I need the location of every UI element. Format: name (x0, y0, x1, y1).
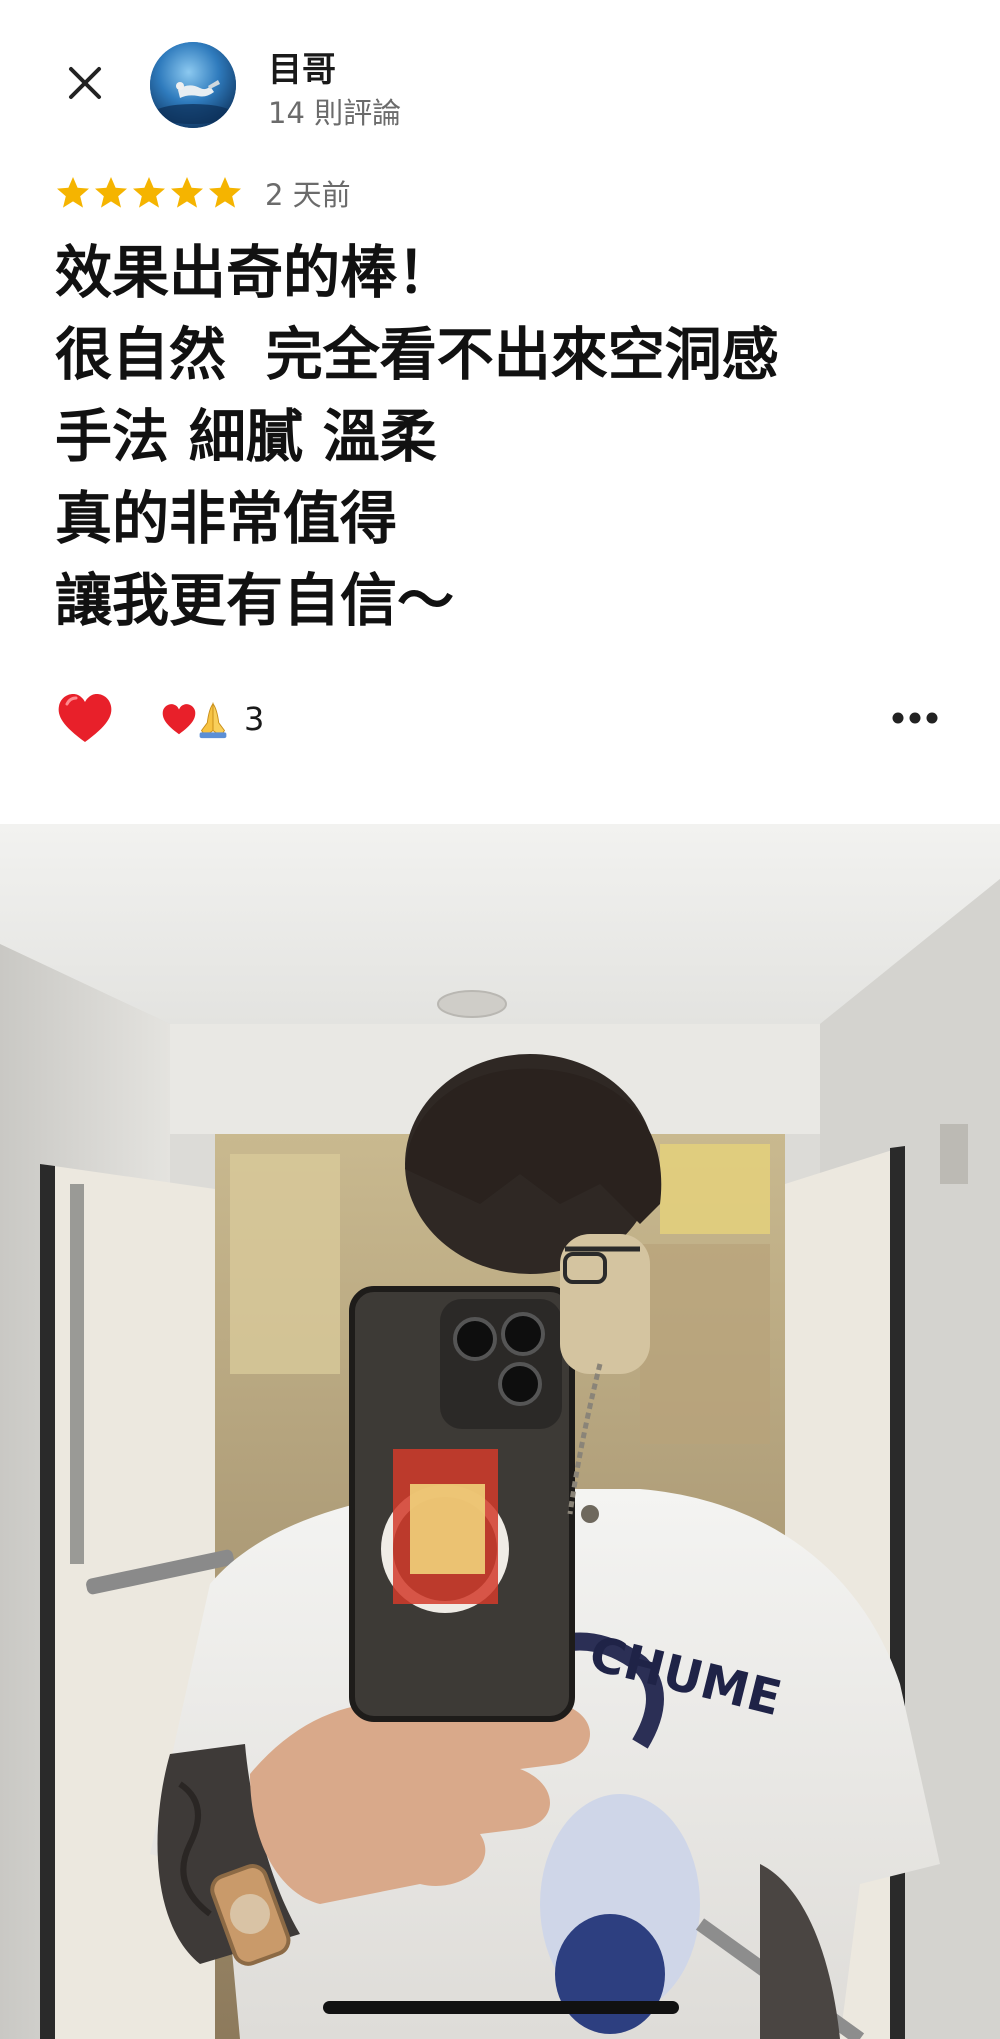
more-horizontal-icon (892, 712, 938, 724)
rating-row: 2 天前 (55, 172, 351, 214)
close-icon (69, 67, 101, 99)
folded-hands-icon (198, 698, 234, 740)
review-header: 目哥 14 則評論 (0, 0, 1000, 165)
reviewer-name[interactable]: 目哥 (268, 42, 336, 91)
review-text: 效果出奇的棒！ 很自然 完全看不出來空洞感 手法 細膩 溫柔 真的非常值得 讓我… (55, 232, 955, 642)
mirror-selfie-image: CHUME (0, 824, 1000, 2039)
avatar[interactable] (150, 42, 236, 128)
review-count: 14 則評論 (268, 96, 402, 130)
review-detail-page: 目哥 14 則評論 2 天前 效果出奇的棒！ 很自然 完全看不出來空洞感 手法 … (0, 0, 1000, 2039)
star-icon (57, 177, 89, 208)
star-icon (171, 177, 203, 208)
review-line: 手法 細膩 溫柔 (55, 404, 437, 470)
star-icon (209, 177, 241, 208)
star-rating (55, 175, 243, 211)
reaction-row: 3 (55, 686, 945, 750)
home-indicator[interactable] (323, 2001, 679, 2014)
review-line: 很自然 完全看不出來空洞感 (55, 322, 779, 388)
reaction-count: 3 (244, 700, 265, 738)
close-button[interactable] (55, 53, 115, 113)
review-line: 真的非常值得 (55, 486, 397, 552)
reaction-summary[interactable]: 3 (160, 698, 264, 740)
like-button[interactable] (55, 688, 115, 748)
avatar-diver-icon (150, 42, 236, 128)
star-icon (133, 177, 165, 208)
review-time: 2 天前 (265, 178, 351, 212)
review-photo[interactable]: CHUME (0, 824, 1000, 2039)
more-options-button[interactable] (885, 696, 945, 740)
review-line: 效果出奇的棒！ (55, 240, 454, 306)
star-icon (95, 177, 127, 208)
heart-icon (58, 694, 112, 742)
review-line: 讓我更有自信～ (55, 568, 454, 634)
